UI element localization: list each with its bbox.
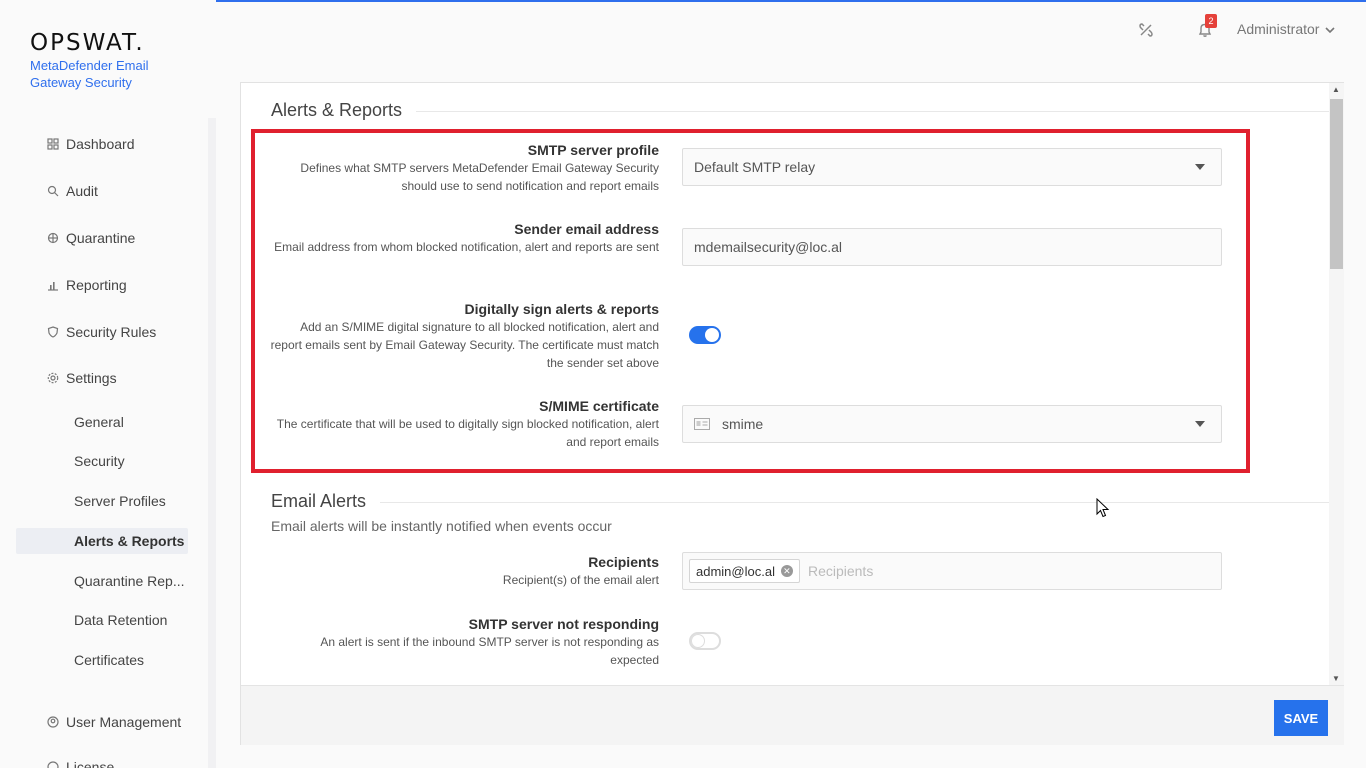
opswat-logo: OPSWAT.: [30, 30, 145, 56]
recipients-label: Recipients: [588, 554, 659, 570]
user-menu[interactable]: Administrator: [1237, 21, 1336, 37]
sidebar-scrollbar[interactable]: [208, 118, 216, 768]
recipient-chip-label: admin@loc.al: [696, 563, 775, 579]
sidebar-item-label: Dashboard: [66, 136, 135, 152]
recipients-field[interactable]: admin@loc.al ✕: [682, 552, 1222, 590]
top-accent-line: [30, 0, 1366, 2]
user-icon: [46, 715, 60, 729]
alerts-reports-title: Alerts & Reports: [271, 100, 417, 121]
scroll-up-icon[interactable]: ▲: [1332, 85, 1340, 94]
caret-down-icon: [1195, 164, 1205, 170]
notification-badge: 2: [1205, 14, 1217, 28]
dashboard-icon: [46, 137, 60, 151]
smtp-profile-desc: Defines what SMTP servers MetaDefender E…: [300, 161, 659, 193]
sender-email-input[interactable]: mdemailsecurity@loc.al: [682, 228, 1222, 266]
sidebar-item-label: Audit: [66, 183, 98, 199]
toggle-knob: [691, 634, 705, 648]
sign-desc: Add an S/MIME digital signature to all b…: [270, 320, 659, 370]
user-name: Administrator: [1237, 21, 1320, 37]
sidebar-item-reporting[interactable]: Reporting: [16, 272, 196, 298]
certificate-icon: [694, 418, 710, 430]
scroll-thumb[interactable]: [1330, 99, 1343, 269]
sidebar-item-label: Settings: [66, 370, 117, 386]
recipients-input[interactable]: [807, 563, 1108, 579]
gear-icon: [46, 371, 60, 385]
sidebar-item-label: User Management: [66, 714, 182, 730]
panel-footer: SAVE: [241, 685, 1344, 745]
sidebar-item-security-rules[interactable]: Security Rules: [16, 319, 196, 345]
sidebar-item-quarantine[interactable]: Quarantine: [16, 225, 196, 251]
caret-down-icon: [1195, 421, 1205, 427]
smime-desc: The certificate that will be used to dig…: [276, 417, 659, 449]
remove-chip-icon[interactable]: ✕: [780, 565, 793, 577]
sidebar-item-license[interactable]: License: [16, 754, 196, 768]
smime-cert-value: smime: [722, 416, 764, 432]
smime-label: S/MIME certificate: [539, 398, 659, 414]
sidebar: OPSWAT. MetaDefender Email Gateway Secur…: [0, 0, 216, 768]
sidebar-item-label: Quarantine: [66, 230, 136, 246]
shield-icon: [46, 325, 60, 339]
sidebar-subitem-server-profiles[interactable]: Server Profiles: [16, 488, 188, 514]
quarantine-icon: [46, 231, 60, 245]
email-alerts-title: Email Alerts: [271, 491, 381, 512]
save-button[interactable]: SAVE: [1274, 700, 1328, 736]
bar-chart-icon: [46, 278, 60, 292]
sender-email-value: mdemailsecurity@loc.al: [694, 239, 843, 255]
sidebar-subitem-alerts-reports[interactable]: Alerts & Reports: [16, 528, 188, 554]
sidebar-item-audit[interactable]: Audit: [16, 178, 196, 204]
sign-label: Digitally sign alerts & reports: [464, 301, 660, 317]
sidebar-subitem-security[interactable]: Security: [16, 448, 188, 474]
sidebar-item-label: License: [66, 759, 115, 768]
smtp-profile-select[interactable]: Default SMTP relay: [682, 148, 1222, 186]
sidebar-item-user-management[interactable]: User Management: [16, 709, 196, 735]
smtp-not-responding-label: SMTP server not responding: [468, 616, 659, 632]
product-name: MetaDefender Email Gateway Security: [30, 58, 149, 90]
settings-panel: Alerts & Reports SMTP server profile Def…: [240, 82, 1344, 745]
recipients-desc: Recipient(s) of the email alert: [502, 573, 659, 587]
smtp-not-responding-label-group: SMTP server not responding An alert is s…: [269, 615, 659, 669]
settings-content: Alerts & Reports SMTP server profile Def…: [241, 83, 1329, 685]
smtp-not-responding-toggle[interactable]: [689, 632, 721, 650]
toggle-knob: [705, 328, 719, 342]
sender-label: Sender email address: [514, 221, 659, 237]
smtp-profile-value: Default SMTP relay: [694, 159, 816, 175]
audit-icon: [46, 184, 60, 198]
sender-label-group: Sender email address Email address from …: [269, 220, 659, 256]
email-alerts-desc: Email alerts will be instantly notified …: [271, 518, 612, 534]
sidebar-subitem-data-retention[interactable]: Data Retention: [16, 607, 188, 633]
sidebar-item-label: Reporting: [66, 277, 127, 293]
sidebar-item-label: Security Rules: [66, 324, 157, 340]
sidebar-subitem-quarantine-reports[interactable]: Quarantine Rep...: [16, 568, 188, 594]
license-icon: [46, 760, 60, 768]
sign-toggle[interactable]: [689, 326, 721, 344]
smtp-profile-label: SMTP server profile: [527, 142, 659, 158]
smtp-profile-label-group: SMTP server profile Defines what SMTP se…: [269, 141, 659, 195]
section-divider: [271, 111, 1329, 112]
sidebar-item-dashboard[interactable]: Dashboard: [16, 131, 196, 157]
sender-desc: Email address from whom blocked notifica…: [274, 240, 659, 254]
smime-cert-select[interactable]: smime: [682, 405, 1222, 443]
mouse-cursor-icon: [1096, 498, 1110, 518]
sign-label-group: Digitally sign alerts & reports Add an S…: [269, 300, 659, 372]
chevron-down-icon: [1325, 21, 1336, 37]
recipient-chip: admin@loc.al ✕: [689, 559, 800, 583]
smime-label-group: S/MIME certificate The certificate that …: [269, 397, 659, 451]
unlink-icon[interactable]: [1136, 20, 1156, 40]
recipients-label-group: Recipients Recipient(s) of the email ale…: [269, 553, 659, 589]
sidebar-subitem-general[interactable]: General: [16, 409, 188, 435]
smtp-not-responding-desc: An alert is sent if the inbound SMTP ser…: [320, 635, 659, 667]
sidebar-subitem-certificates[interactable]: Certificates: [16, 647, 188, 673]
section-divider: [271, 502, 1329, 503]
content-scrollbar[interactable]: ▲ ▼: [1329, 83, 1344, 685]
sidebar-item-settings[interactable]: Settings: [16, 365, 196, 391]
scroll-down-icon[interactable]: ▼: [1332, 674, 1340, 683]
